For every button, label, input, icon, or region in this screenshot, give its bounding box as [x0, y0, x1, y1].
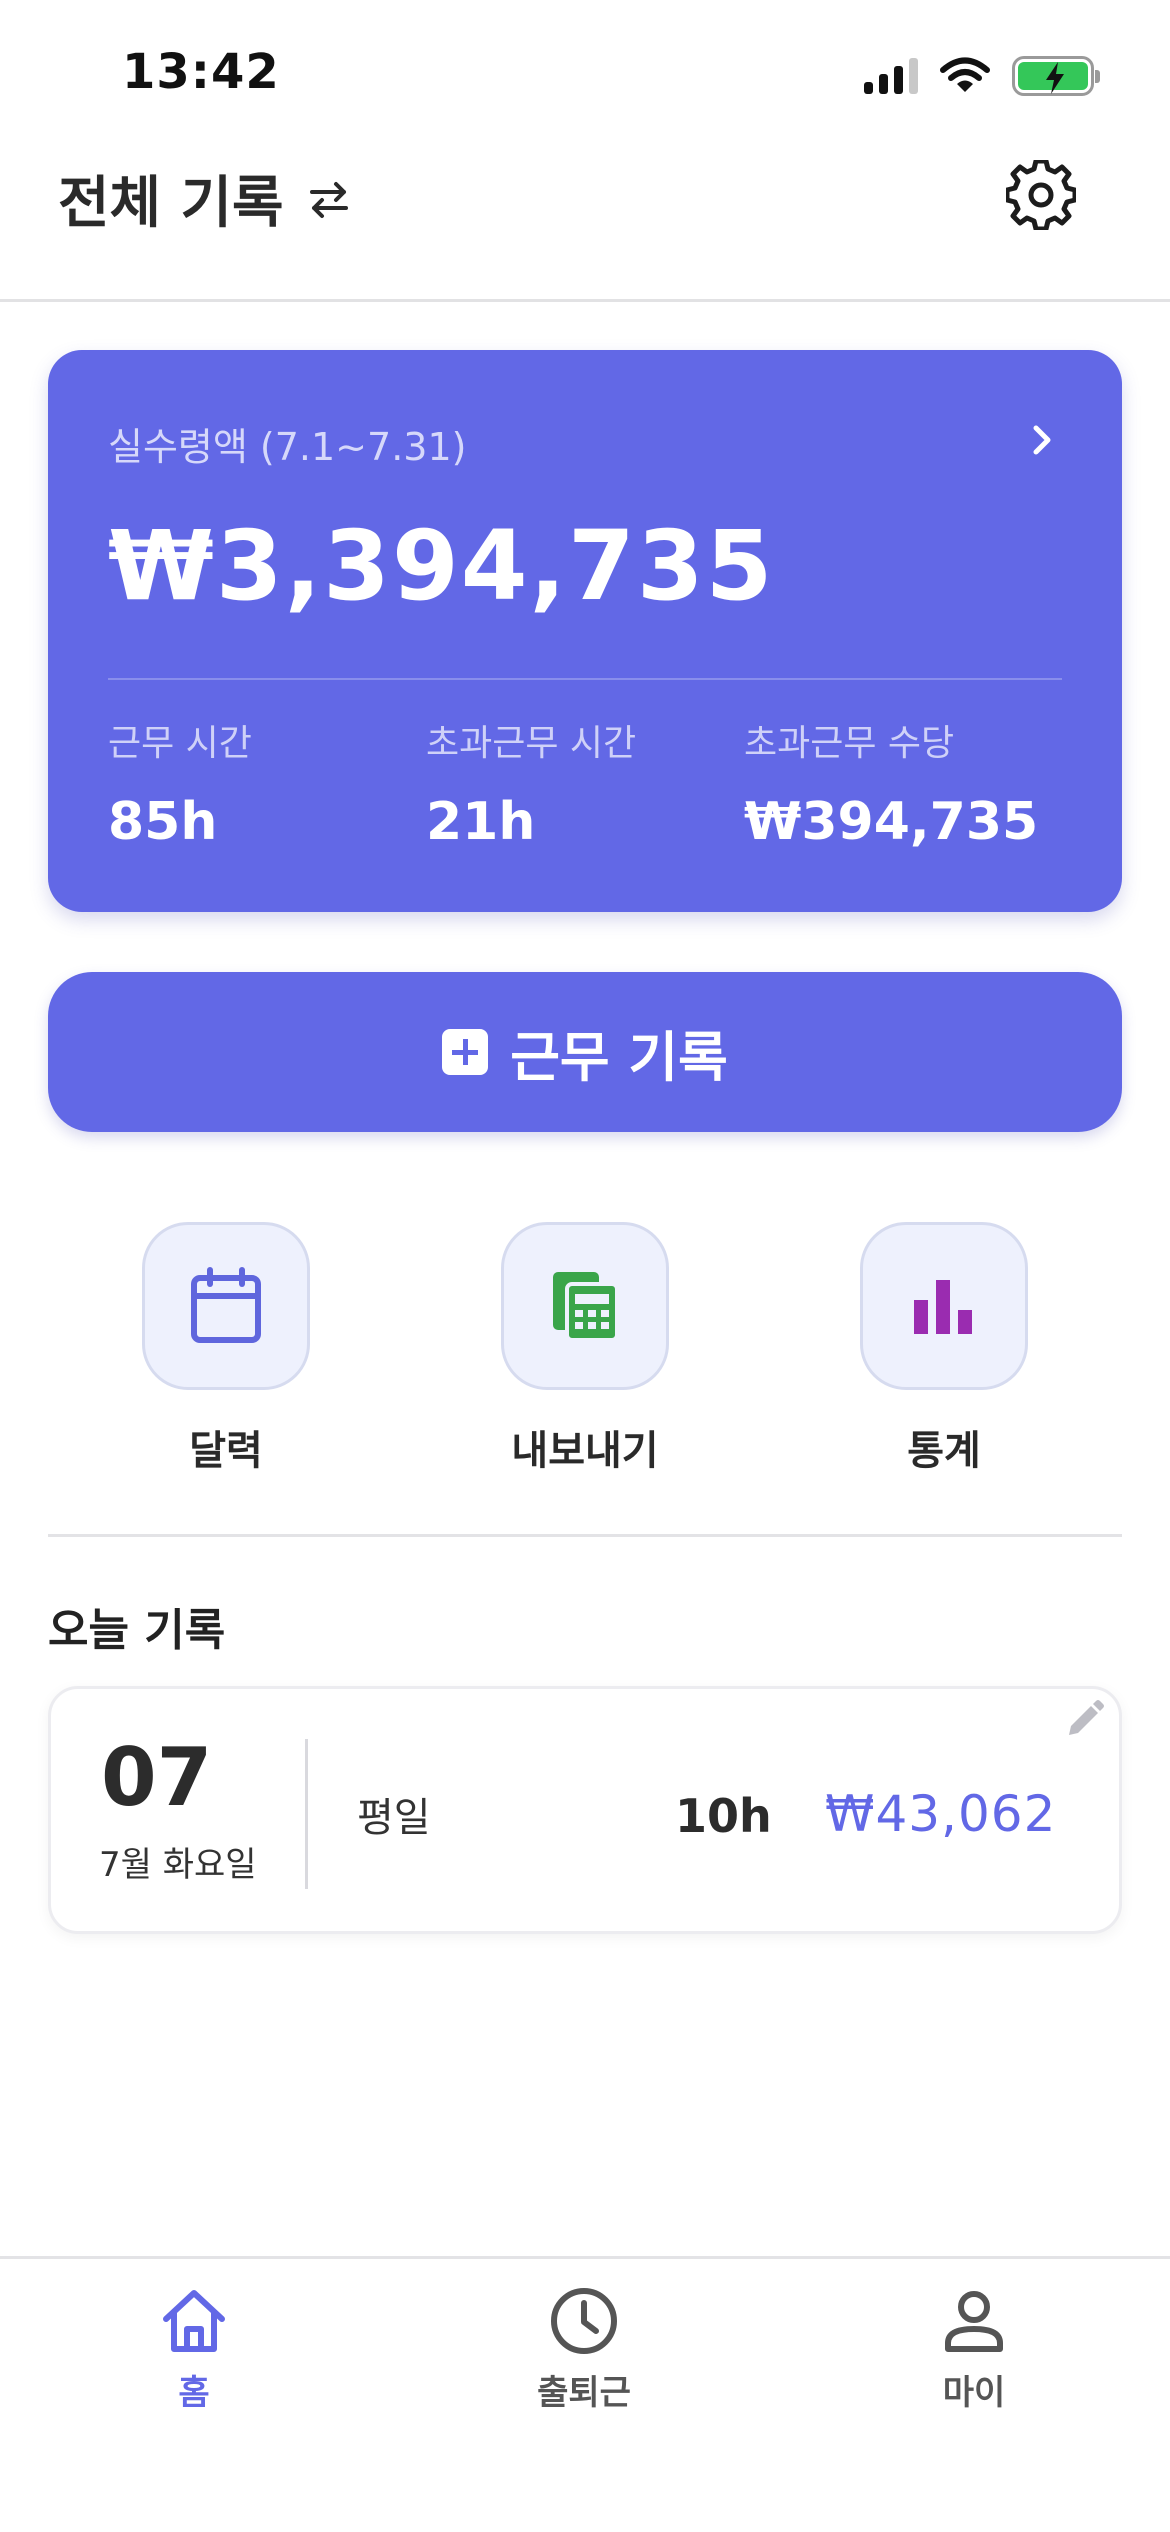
signal-icon: [864, 58, 918, 94]
nav-item-home[interactable]: 홈: [94, 2285, 294, 2414]
record-hours: 10h: [675, 1789, 772, 1843]
swap-icon: [309, 181, 348, 218]
app-header: 전체 기록: [0, 150, 1170, 302]
quick-action-tile[interactable]: [501, 1222, 669, 1390]
nav-label: 출퇴근: [537, 2373, 631, 2413]
today-record-card[interactable]: 07 7월 화요일 평일 10h ₩43,062: [48, 1686, 1122, 1934]
quick-action-export[interactable]: 내보내기: [475, 1222, 695, 1476]
today-section-title: 오늘 기록: [48, 1605, 226, 1656]
battery-icon: [1012, 56, 1100, 96]
net-pay-amount: ₩3,394,735: [108, 510, 775, 622]
nav-item-commute[interactable]: 출퇴근: [484, 2285, 684, 2414]
status-bar: 13:42: [0, 0, 1170, 150]
calendar-icon: [191, 1267, 261, 1343]
bottom-nav: 홈 출퇴근 마이: [0, 2256, 1170, 2532]
quick-action-label: 통계: [907, 1428, 981, 1474]
stat-value: ₩394,735: [744, 792, 1039, 852]
record-weekday: 7월 화요일: [99, 1845, 257, 1885]
quick-action-statistics[interactable]: 통계: [834, 1222, 1054, 1476]
stat-work-hours: 근무 시간 85h: [108, 714, 252, 852]
record-divider: [305, 1739, 308, 1889]
status-icons: [864, 56, 1100, 96]
gear-icon[interactable]: [1006, 160, 1076, 230]
add-work-record-label: 근무 기록: [510, 1025, 728, 1089]
stat-value: 85h: [108, 792, 218, 852]
stat-value: 21h: [426, 792, 536, 852]
wifi-icon: [940, 57, 990, 92]
summary-period-label: 실수령액 (7.1~7.31): [108, 425, 467, 469]
user-icon: [945, 2291, 1003, 2352]
plus-square-icon: [442, 1029, 489, 1075]
summary-divider: [108, 678, 1062, 680]
stat-overtime-pay: 초과근무 수당 ₩394,735: [744, 714, 1038, 852]
pencil-icon[interactable]: [1061, 1697, 1107, 1743]
quick-action-calendar[interactable]: 달력: [116, 1222, 336, 1476]
nav-label: 마이: [942, 2373, 1006, 2413]
quick-action-tile[interactable]: [860, 1222, 1028, 1390]
bar-chart-icon: [914, 1280, 972, 1334]
status-time: 13:42: [122, 44, 280, 100]
view-switcher[interactable]: 전체 기록: [58, 158, 354, 239]
chevron-right-icon[interactable]: [1024, 422, 1060, 458]
section-divider: [48, 1534, 1122, 1537]
quick-action-label: 내보내기: [511, 1428, 659, 1474]
clock-icon: [551, 2288, 617, 2354]
quick-action-label: 달력: [189, 1428, 263, 1474]
record-day: 07: [101, 1731, 213, 1824]
home-icon: [163, 2290, 225, 2352]
stat-label: 근무 시간: [108, 723, 252, 764]
nav-label: 홈: [178, 2373, 210, 2413]
quick-action-tile[interactable]: [142, 1222, 310, 1390]
nav-item-my[interactable]: 마이: [874, 2285, 1074, 2414]
stat-overtime-hours: 초과근무 시간 21h: [426, 714, 636, 852]
stat-label: 초과근무 수당: [744, 723, 955, 764]
summary-card[interactable]: 실수령액 (7.1~7.31) ₩3,394,735 근무 시간 85h 초과근…: [48, 350, 1122, 912]
add-work-record-button[interactable]: 근무 기록: [48, 972, 1122, 1132]
spreadsheet-icon: [553, 1272, 619, 1342]
stat-label: 초과근무 시간: [426, 723, 637, 764]
quick-actions: 달력 내보내기 통계: [0, 1222, 1170, 1474]
record-day-type: 평일: [357, 1795, 431, 1841]
page-title: 전체 기록: [58, 171, 284, 236]
record-pay: ₩43,062: [825, 1785, 1057, 1843]
